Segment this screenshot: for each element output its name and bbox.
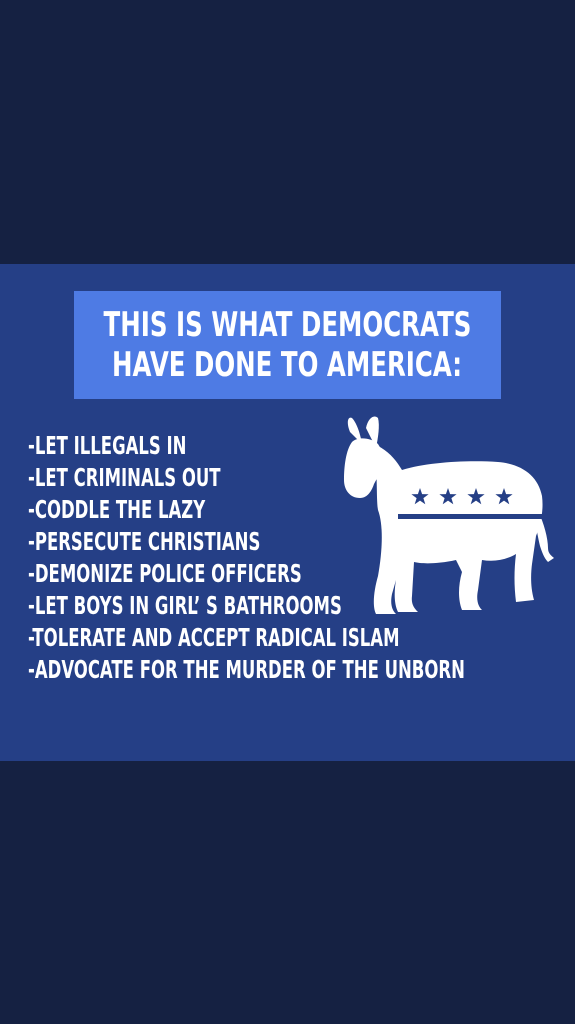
list-item: -LET BOYS IN GIRL’ S BATHROOMS [28, 591, 342, 620]
list-item: -LET ILLEGALS IN [28, 431, 187, 460]
title-line-1: THIS IS WHAT DEMOCRATS [103, 305, 472, 345]
democratic-donkey-icon [344, 416, 554, 614]
list-item: -TOLERATE AND ACCEPT RADICAL ISLAM [28, 623, 400, 652]
page: THIS IS WHAT DEMOCRATS HAVE DONE TO AMER… [0, 0, 575, 1024]
title-line-2: HAVE DONE TO AMERICA: [112, 345, 463, 385]
list-item: -DEMONIZE POLICE OFFICERS [28, 559, 302, 588]
list-item: -LET CRIMINALS OUT [28, 463, 221, 492]
list-item: -CODDLE THE LAZY [28, 495, 206, 524]
list-item: -ADVOCATE FOR THE MURDER OF THE UNBORN [28, 655, 465, 684]
list-item: -PERSECUTE CHRISTIANS [28, 527, 261, 556]
meme-panel: THIS IS WHAT DEMOCRATS HAVE DONE TO AMER… [0, 264, 575, 761]
title-box: THIS IS WHAT DEMOCRATS HAVE DONE TO AMER… [74, 291, 501, 399]
